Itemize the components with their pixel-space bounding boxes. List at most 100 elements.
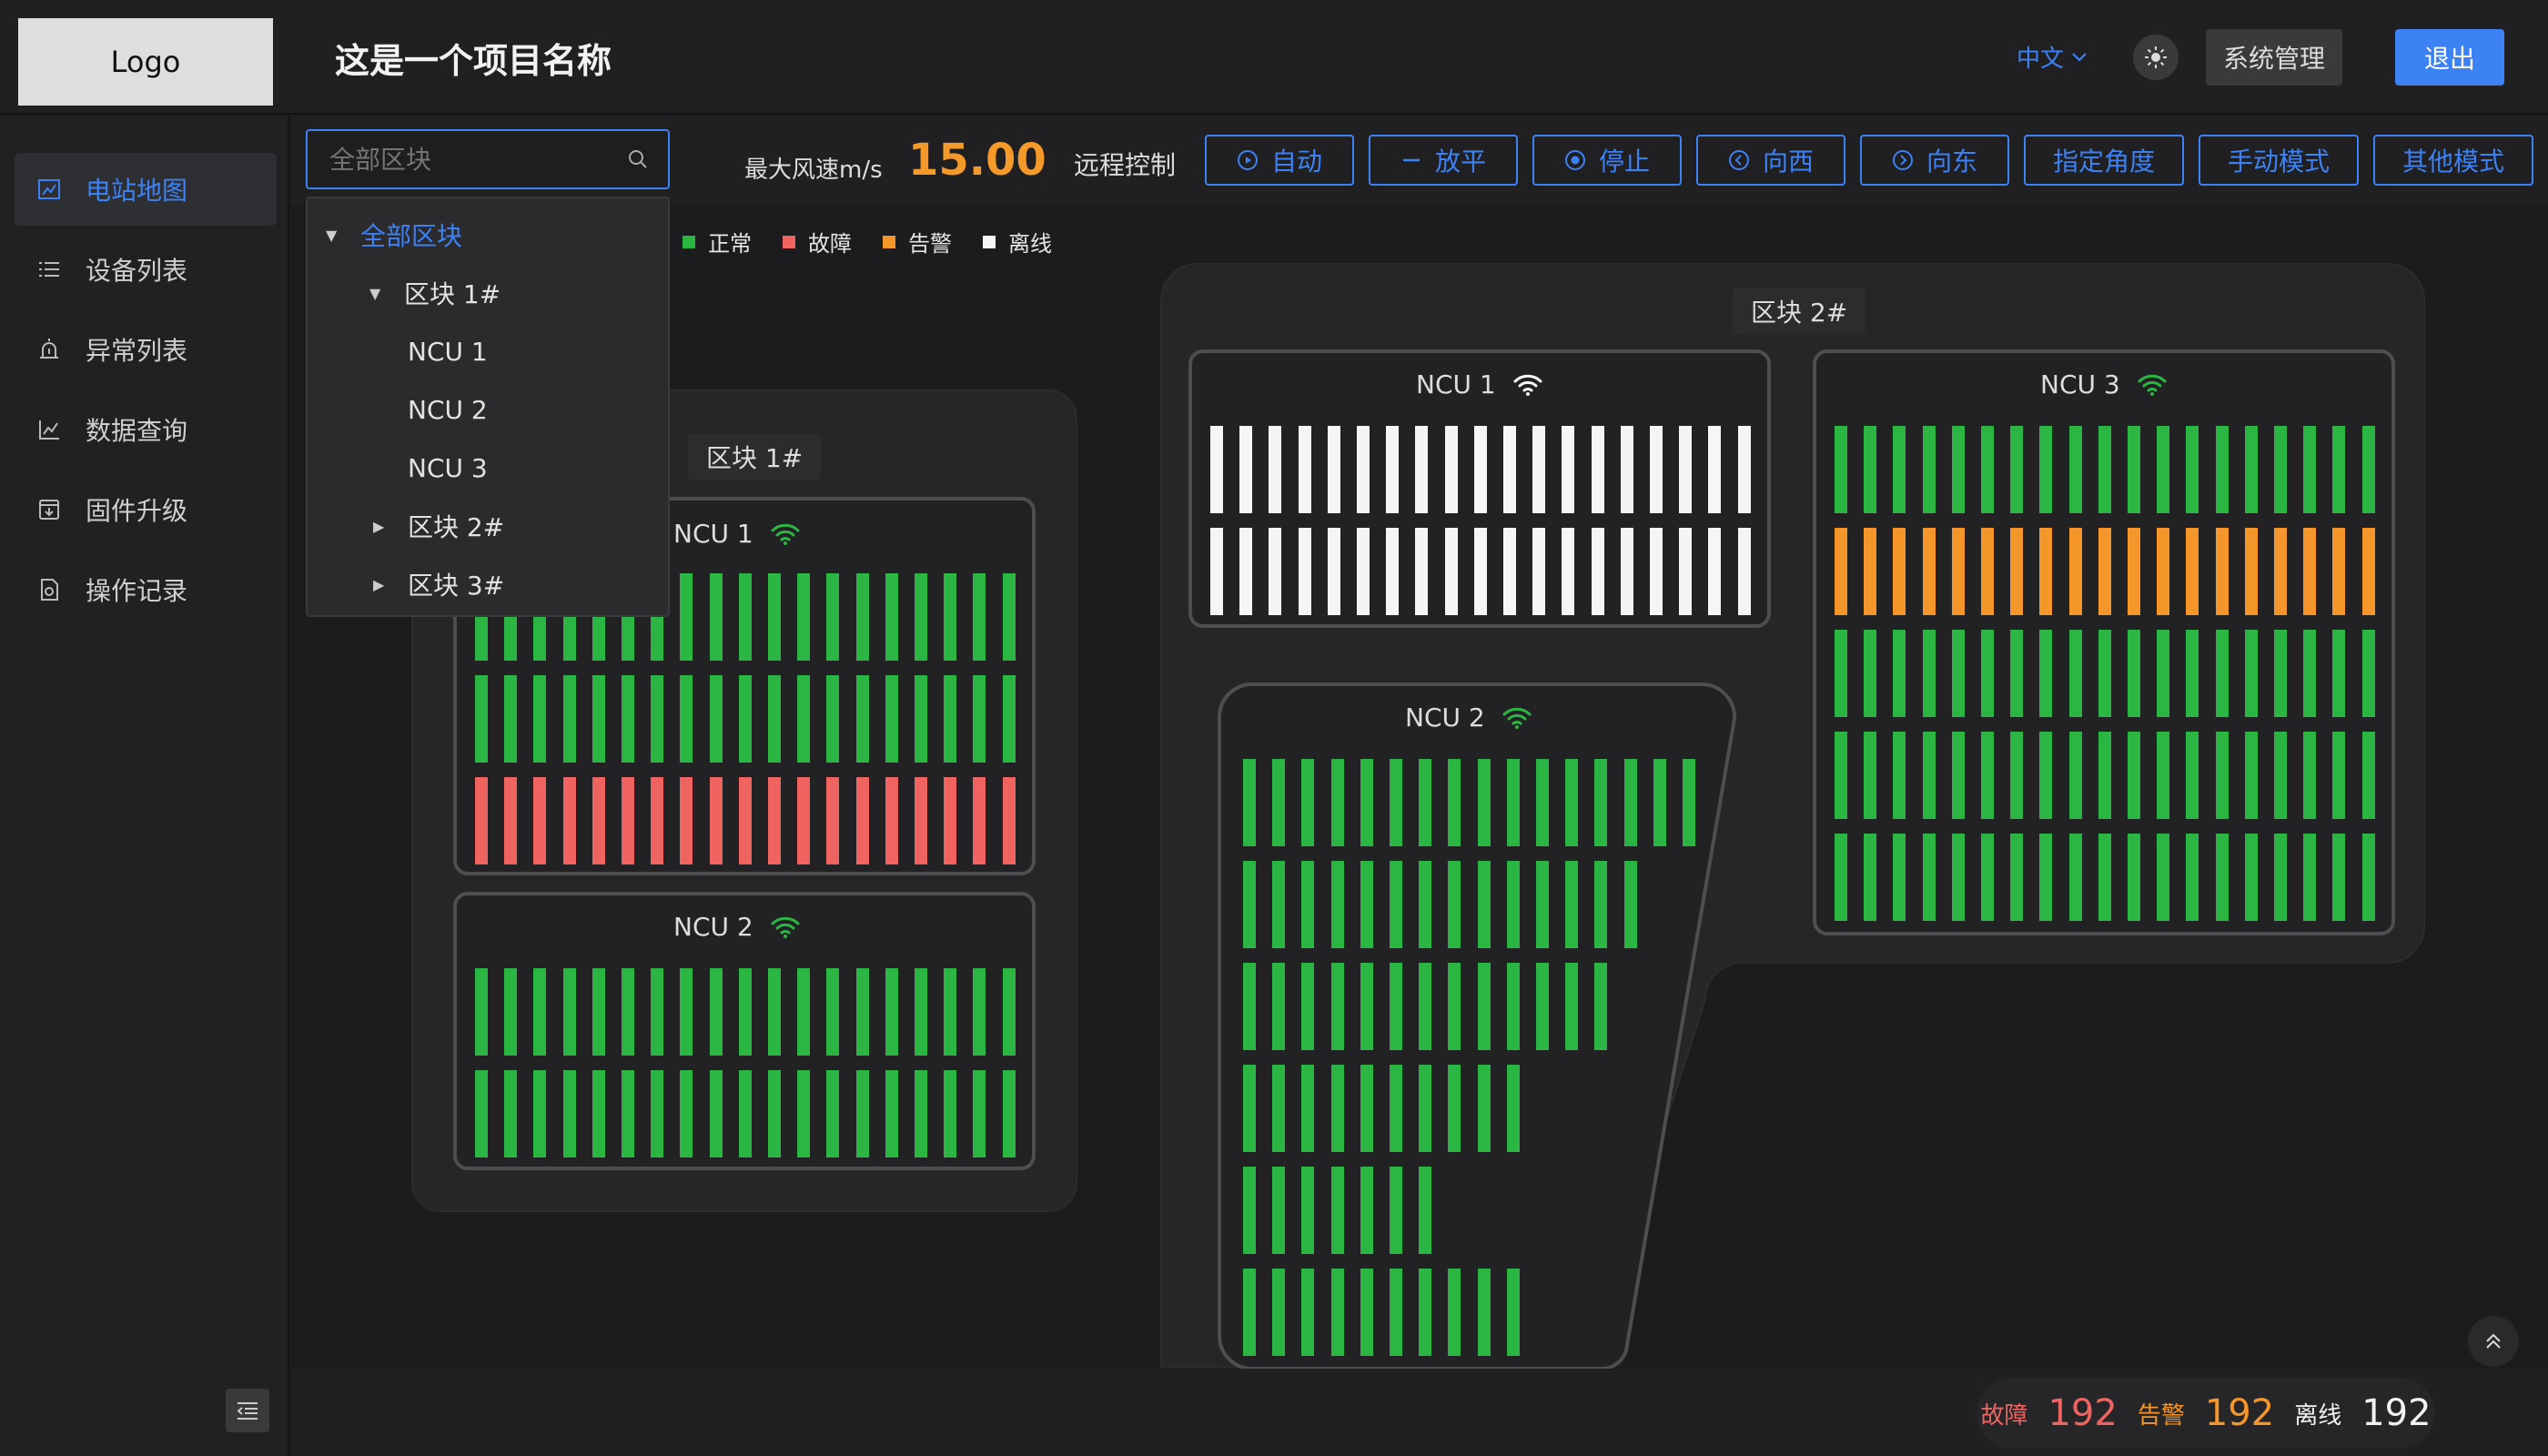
tracker-bar-normal[interactable] [1565, 759, 1579, 846]
tracker-bar-offline[interactable] [1532, 426, 1546, 513]
tracker-bar-offline[interactable] [1503, 426, 1516, 513]
tracker-bar-normal[interactable] [1623, 861, 1637, 948]
tracker-bar-warning[interactable] [2128, 528, 2140, 615]
tracker-bar-offline[interactable] [1650, 426, 1663, 513]
tracker-bar-normal[interactable] [944, 968, 957, 1056]
tracker-bar-offline[interactable] [1239, 426, 1253, 513]
tracker-bar-normal[interactable] [2215, 630, 2229, 717]
tracker-bar-normal[interactable] [592, 675, 605, 763]
tracker-bar-offline[interactable] [1210, 528, 1223, 615]
tracker-bar-normal[interactable] [2361, 732, 2375, 819]
tracker-bar-warning[interactable] [2215, 528, 2229, 615]
tracker-bar-normal[interactable] [2157, 732, 2170, 819]
tracker-bar-normal[interactable] [973, 1070, 986, 1158]
tracker-bar-normal[interactable] [1653, 759, 1666, 846]
tracker-bar-normal[interactable] [738, 573, 752, 661]
tracker-bar-fault[interactable] [885, 777, 898, 864]
tracker-bar-normal[interactable] [915, 573, 927, 661]
tracker-bar-offline[interactable] [1298, 426, 1311, 513]
tracker-bar-normal[interactable] [797, 573, 811, 661]
ncu-panel[interactable]: NCU 3 [1813, 349, 2395, 935]
tracker-bar-normal[interactable] [1565, 861, 1579, 948]
tracker-bar-normal[interactable] [2303, 426, 2317, 513]
system-management-button[interactable]: 系统管理 [2206, 29, 2342, 86]
tracker-bar-normal[interactable] [1419, 1269, 1432, 1356]
sidebar-item-operation-log[interactable]: 操作记录 [15, 553, 277, 626]
tracker-bar-normal[interactable] [709, 675, 723, 763]
tracker-bar-normal[interactable] [1981, 834, 1994, 921]
tracker-bar-fault[interactable] [738, 777, 752, 864]
tracker-bar-offline[interactable] [1298, 528, 1311, 615]
tracker-bar-normal[interactable] [1419, 1065, 1432, 1152]
tracker-bar-normal[interactable] [2332, 426, 2346, 513]
tracker-bar-normal[interactable] [1448, 861, 1461, 948]
tracker-bar-warning[interactable] [1835, 528, 1847, 615]
tracker-bar-fault[interactable] [797, 777, 811, 864]
tracker-bar-offline[interactable] [1620, 528, 1633, 615]
tracker-bar-normal[interactable] [1448, 759, 1461, 846]
tracker-bar-fault[interactable] [1002, 777, 1016, 864]
tracker-bar-offline[interactable] [1708, 528, 1722, 615]
tracker-bar-offline[interactable] [1562, 528, 1575, 615]
tracker-bar-fault[interactable] [592, 777, 605, 864]
caret-right-icon[interactable]: ▶ [373, 576, 393, 593]
tracker-bar-normal[interactable] [1301, 1167, 1315, 1254]
tracker-bar-normal[interactable] [1981, 630, 1994, 717]
tracker-bar-normal[interactable] [1506, 963, 1520, 1050]
tracker-bar-normal[interactable] [1330, 861, 1344, 948]
tracker-bar-normal[interactable] [768, 968, 781, 1056]
tracker-bar-warning[interactable] [2303, 528, 2317, 615]
tracker-bar-offline[interactable] [1269, 528, 1282, 615]
tracker-bar-normal[interactable] [1594, 963, 1608, 1050]
tracker-bar-normal[interactable] [1002, 675, 1016, 763]
tracker-bar-normal[interactable] [1272, 759, 1286, 846]
tracker-bar-fault[interactable] [855, 777, 869, 864]
tracker-bar-offline[interactable] [1679, 426, 1693, 513]
tracker-bar-normal[interactable] [1448, 1065, 1461, 1152]
tracker-bar-normal[interactable] [885, 968, 898, 1056]
tracker-bar-normal[interactable] [738, 1070, 752, 1158]
tracker-bar-normal[interactable] [592, 1070, 605, 1158]
tracker-bar-normal[interactable] [855, 573, 869, 661]
tracker-bar-normal[interactable] [1448, 1269, 1461, 1356]
tracker-bar-normal[interactable] [1272, 963, 1286, 1050]
auto-button[interactable]: 自动 [1205, 135, 1354, 186]
tracker-bar-offline[interactable] [1327, 528, 1340, 615]
tracker-bar-normal[interactable] [768, 675, 781, 763]
tracker-bar-normal[interactable] [622, 675, 634, 763]
tracker-bar-fault[interactable] [944, 777, 957, 864]
tracker-bar-normal[interactable] [1243, 1167, 1256, 1254]
tracker-bar-normal[interactable] [2068, 732, 2082, 819]
tracker-bar-normal[interactable] [2186, 630, 2199, 717]
tracker-bar-offline[interactable] [1679, 528, 1693, 615]
tracker-bar-normal[interactable] [826, 968, 840, 1056]
tracker-bar-normal[interactable] [2215, 834, 2229, 921]
tree-node-ncu-3[interactable]: NCU 3 [408, 440, 488, 495]
ncu-panel[interactable]: NCU 1 [1188, 349, 1771, 628]
tracker-bar-normal[interactable] [826, 1070, 840, 1158]
tracker-bar-normal[interactable] [1506, 1269, 1520, 1356]
tracker-bar-normal[interactable] [1536, 963, 1549, 1050]
tracker-bar-normal[interactable] [2274, 732, 2287, 819]
tracker-bar-normal[interactable] [2010, 426, 2024, 513]
tracker-bar-normal[interactable] [2128, 732, 2140, 819]
tracker-bar-normal[interactable] [2332, 834, 2346, 921]
tracker-bar-normal[interactable] [651, 1070, 664, 1158]
tracker-bar-normal[interactable] [1272, 1065, 1286, 1152]
tracker-bar-normal[interactable] [622, 968, 634, 1056]
tracker-bar-normal[interactable] [1981, 426, 1994, 513]
tracker-bar-normal[interactable] [2128, 630, 2140, 717]
search-icon[interactable] [626, 147, 650, 171]
tracker-bar-offline[interactable] [1444, 528, 1458, 615]
tracker-bar-normal[interactable] [2303, 630, 2317, 717]
tracker-bar-normal[interactable] [1272, 861, 1286, 948]
tracker-bar-warning[interactable] [2244, 528, 2258, 615]
tracker-bar-normal[interactable] [2303, 732, 2317, 819]
tracker-bar-normal[interactable] [1477, 1269, 1491, 1356]
tracker-bar-normal[interactable] [1243, 759, 1256, 846]
tracker-bar-normal[interactable] [592, 968, 605, 1056]
tracker-bar-warning[interactable] [2274, 528, 2287, 615]
tracker-bar-normal[interactable] [1330, 1167, 1344, 1254]
tracker-bar-normal[interactable] [1419, 1167, 1432, 1254]
tracker-bar-warning[interactable] [2068, 528, 2082, 615]
